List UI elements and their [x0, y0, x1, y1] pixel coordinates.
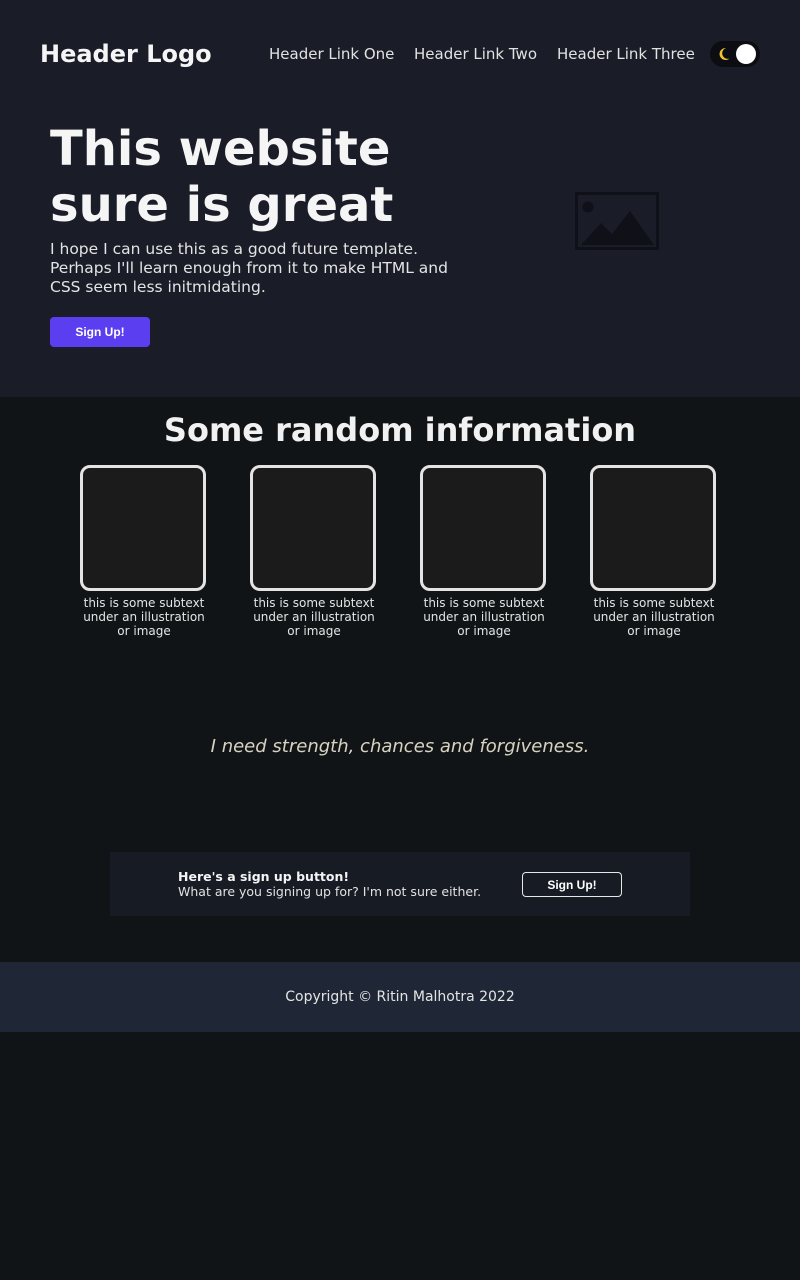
nav-link-one[interactable]: Header Link One [269, 44, 394, 64]
moon-icon [719, 47, 730, 60]
card-image [590, 465, 716, 591]
signup-banner: Here's a sign up button! What are you si… [110, 852, 690, 916]
banner-signup-button[interactable]: Sign Up! [522, 872, 622, 897]
site-header: Header Logo Header Link One Header Link … [0, 0, 800, 108]
nav-link-two[interactable]: Header Link Two [414, 44, 537, 64]
hero-signup-button[interactable]: Sign Up! [50, 317, 150, 347]
theme-toggle[interactable] [710, 41, 760, 67]
hero-description: I hope I can use this as a good future t… [50, 240, 448, 296]
info-card: this is some subtext under an illustrati… [250, 465, 376, 638]
info-card: this is some subtext under an illustrati… [590, 465, 716, 638]
card-caption: this is some subtext under an illustrati… [253, 596, 375, 638]
hero-title: This website sure is great [50, 121, 394, 233]
image-placeholder-icon [575, 192, 659, 250]
site-footer: Copyright © Ritin Malhotra 2022 [0, 962, 800, 1032]
toggle-knob [736, 44, 756, 64]
info-card: this is some subtext under an illustrati… [80, 465, 206, 638]
footer-copyright: Copyright © Ritin Malhotra 2022 [285, 989, 515, 1005]
nav-link-three[interactable]: Header Link Three [557, 44, 695, 64]
card-caption: this is some subtext under an illustrati… [593, 596, 715, 638]
card-image [80, 465, 206, 591]
signup-banner-subtitle: What are you signing up for? I'm not sur… [178, 884, 482, 899]
info-card: this is some subtext under an illustrati… [420, 465, 546, 638]
quote: I need strength, chances and forgiveness… [210, 736, 590, 757]
card-caption: this is some subtext under an illustrati… [423, 596, 545, 638]
header-logo[interactable]: Header Logo [40, 38, 212, 70]
card-caption: this is some subtext under an illustrati… [83, 596, 205, 638]
info-section-title: Some random information [163, 411, 637, 449]
card-image [250, 465, 376, 591]
hero-section: Header Logo Header Link One Header Link … [0, 0, 800, 397]
card-image [420, 465, 546, 591]
signup-banner-title: Here's a sign up button! [178, 869, 350, 884]
